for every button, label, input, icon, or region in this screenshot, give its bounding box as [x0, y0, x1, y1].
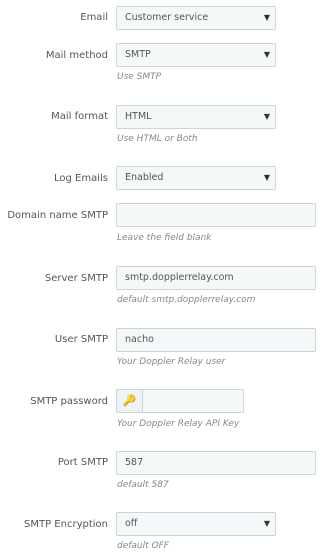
mail-method-hint: Use SMTP — [117, 72, 162, 82]
port-value: 587 — [125, 457, 144, 468]
port-label: Port SMTP — [57, 457, 108, 468]
log-emails-select-value: Enabled — [125, 172, 164, 183]
encryption-select[interactable]: off ▼ — [116, 512, 276, 536]
password-input[interactable] — [142, 389, 244, 413]
domain-name-input[interactable] — [116, 203, 316, 227]
caret-down-icon: ▼ — [263, 519, 270, 528]
mail-format-select[interactable]: HTML ▼ — [116, 105, 276, 129]
mail-method-select[interactable]: SMTP ▼ — [116, 43, 276, 67]
server-input[interactable]: smtp.dopplerrelay.com — [116, 266, 316, 290]
domain-name-hint: Leave the field blank — [117, 233, 212, 243]
user-value: nacho — [125, 334, 154, 345]
port-input[interactable]: 587 — [116, 451, 316, 475]
caret-down-icon: ▼ — [263, 50, 270, 59]
caret-down-icon: ▼ — [263, 173, 270, 182]
server-label: Server SMTP — [44, 273, 108, 284]
mail-format-label: Mail format — [51, 111, 108, 122]
domain-name-label: Domain name SMTP — [7, 210, 108, 221]
key-icon: 🔑 — [116, 389, 142, 413]
caret-down-icon: ▼ — [263, 13, 270, 22]
encryption-label: SMTP Encryption — [24, 519, 108, 530]
log-emails-label: Log Emails — [54, 173, 108, 184]
port-hint: default 587 — [117, 480, 169, 490]
email-label: Email — [80, 12, 108, 23]
mail-method-select-value: SMTP — [125, 49, 151, 60]
password-label: SMTP password — [30, 396, 108, 407]
server-value: smtp.dopplerrelay.com — [125, 272, 234, 283]
password-hint: Your Doppler Relay API Key — [117, 419, 240, 429]
mail-method-label: Mail method — [45, 50, 108, 61]
encryption-select-value: off — [125, 518, 138, 529]
encryption-hint: default OFF — [117, 541, 169, 551]
log-emails-select[interactable]: Enabled ▼ — [116, 166, 276, 190]
user-hint: Your Doppler Relay user — [117, 357, 226, 367]
mail-format-select-value: HTML — [125, 111, 152, 122]
user-input[interactable]: nacho — [116, 328, 316, 352]
caret-down-icon: ▼ — [263, 112, 270, 121]
email-select-value: Customer service — [125, 12, 209, 23]
server-hint: default smtp.dopplerrelay.com — [117, 295, 256, 305]
user-label: User SMTP — [54, 334, 108, 345]
email-select[interactable]: Customer service ▼ — [116, 6, 276, 30]
mail-format-hint: Use HTML or Both — [117, 134, 198, 144]
